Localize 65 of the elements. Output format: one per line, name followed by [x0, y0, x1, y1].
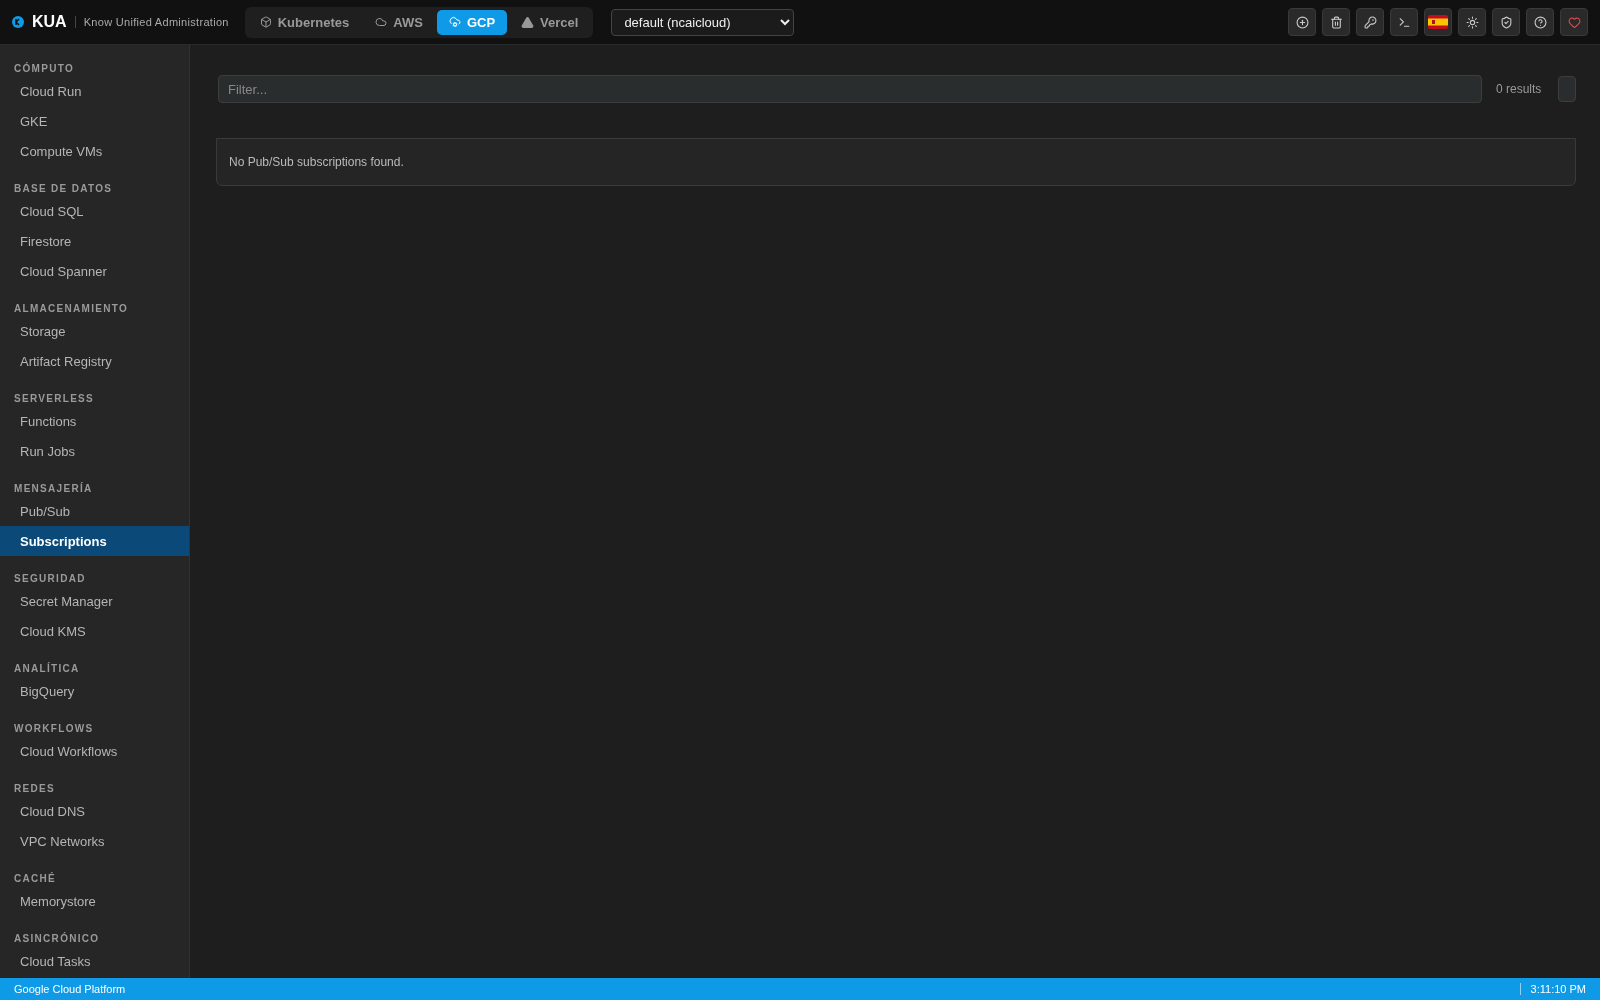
- sidebar-item[interactable]: Cloud Run: [0, 76, 189, 106]
- sidebar-section-title: MENSAJERÍA: [13, 481, 94, 496]
- brand-tagline: Know Unified Administration: [74, 16, 229, 28]
- sidebar-item[interactable]: Pub/Sub: [0, 496, 189, 526]
- sidebar-item[interactable]: Cloud SQL: [0, 196, 189, 226]
- sidebar-section-title: CÓMPUTO: [13, 61, 76, 76]
- heart-icon: [1567, 15, 1581, 29]
- shield-check-icon: [1499, 15, 1513, 29]
- key-button[interactable]: [1356, 8, 1384, 36]
- sidebar-item[interactable]: VPC Networks: [0, 826, 189, 856]
- add-icon: [1295, 15, 1309, 29]
- sidebar-item[interactable]: Run Jobs: [0, 436, 189, 466]
- project-select[interactable]: default (ncaicloud): [611, 8, 795, 36]
- sidebar-item[interactable]: Artifact Registry: [0, 346, 189, 376]
- key-icon: [1363, 15, 1377, 29]
- brand-name: KUA: [32, 13, 67, 31]
- sidebar-item[interactable]: Cloud Spanner: [0, 256, 189, 286]
- sidebar-section-title: REDES: [13, 782, 56, 796]
- sidebar-section-title: SERVERLESS: [13, 392, 96, 406]
- sidebar-section-title: ASINCRÓNICO: [13, 931, 101, 946]
- sidebar-section-title: WORKFLOWS: [13, 722, 95, 736]
- trash-icon: [1329, 15, 1343, 29]
- sidebar-section-title: SEGURIDAD: [13, 572, 87, 586]
- triangle-icon: [521, 15, 535, 29]
- sidebar-section-title: CACHÉ: [13, 871, 58, 886]
- sidebar-item[interactable]: GKE: [0, 106, 189, 136]
- sidebar-item[interactable]: Cloud Tasks: [0, 946, 189, 976]
- provider-tab[interactable]: AWS: [363, 9, 435, 35]
- provider-tab[interactable]: Vercel: [509, 9, 591, 35]
- sidebar-item[interactable]: Memorystore: [0, 886, 189, 916]
- terminal-button[interactable]: [1390, 8, 1418, 36]
- spain-flag-icon: [1428, 15, 1448, 29]
- sidebar-item[interactable]: Subscriptions: [0, 526, 189, 556]
- sidebar-item[interactable]: BigQuery: [0, 676, 189, 706]
- cloud-gear-icon: [448, 16, 461, 28]
- security-button[interactable]: [1492, 8, 1520, 36]
- sidebar-item[interactable]: Compute VMs: [0, 136, 189, 166]
- sidebar-item[interactable]: Storage: [0, 316, 189, 346]
- sidebar-section-title: ALMACENAMIENTO: [13, 302, 130, 316]
- sidebar-item[interactable]: Functions: [0, 406, 189, 436]
- sun-icon: [1465, 15, 1479, 29]
- theme-button[interactable]: [1458, 8, 1486, 36]
- help-button[interactable]: [1526, 8, 1554, 36]
- empty-state-message: No Pub/Sub subscriptions found.: [216, 138, 1576, 186]
- status-time: 3:11:10 PM: [1519, 983, 1586, 995]
- sidebar-section-title: BASE DE DATOS: [13, 182, 114, 196]
- results-count: 0 results: [1496, 81, 1543, 97]
- sidebar-item[interactable]: Secret Manager: [0, 586, 189, 616]
- sidebar-item[interactable]: Cloud DNS: [0, 796, 189, 826]
- cube-icon: [259, 16, 272, 28]
- sidebar-item[interactable]: Firestore: [0, 226, 189, 256]
- delete-button[interactable]: [1322, 8, 1350, 36]
- add-button[interactable]: [1288, 8, 1316, 36]
- provider-tab[interactable]: Kubernetes: [247, 9, 362, 35]
- cloud-icon: [375, 16, 388, 28]
- help-icon: [1533, 15, 1547, 29]
- sidebar-section-title: ANALÍTICA: [13, 661, 81, 676]
- logo-icon: [12, 16, 24, 28]
- sidebar-item[interactable]: Cloud Workflows: [0, 736, 189, 766]
- sidebar-item[interactable]: Cloud KMS: [0, 616, 189, 646]
- filter-field[interactable]: Filter...: [218, 75, 1482, 103]
- language-button[interactable]: [1424, 8, 1452, 36]
- favorite-button[interactable]: [1560, 8, 1588, 36]
- status-provider: Google Cloud Platform: [14, 983, 126, 995]
- terminal-icon: [1397, 15, 1411, 29]
